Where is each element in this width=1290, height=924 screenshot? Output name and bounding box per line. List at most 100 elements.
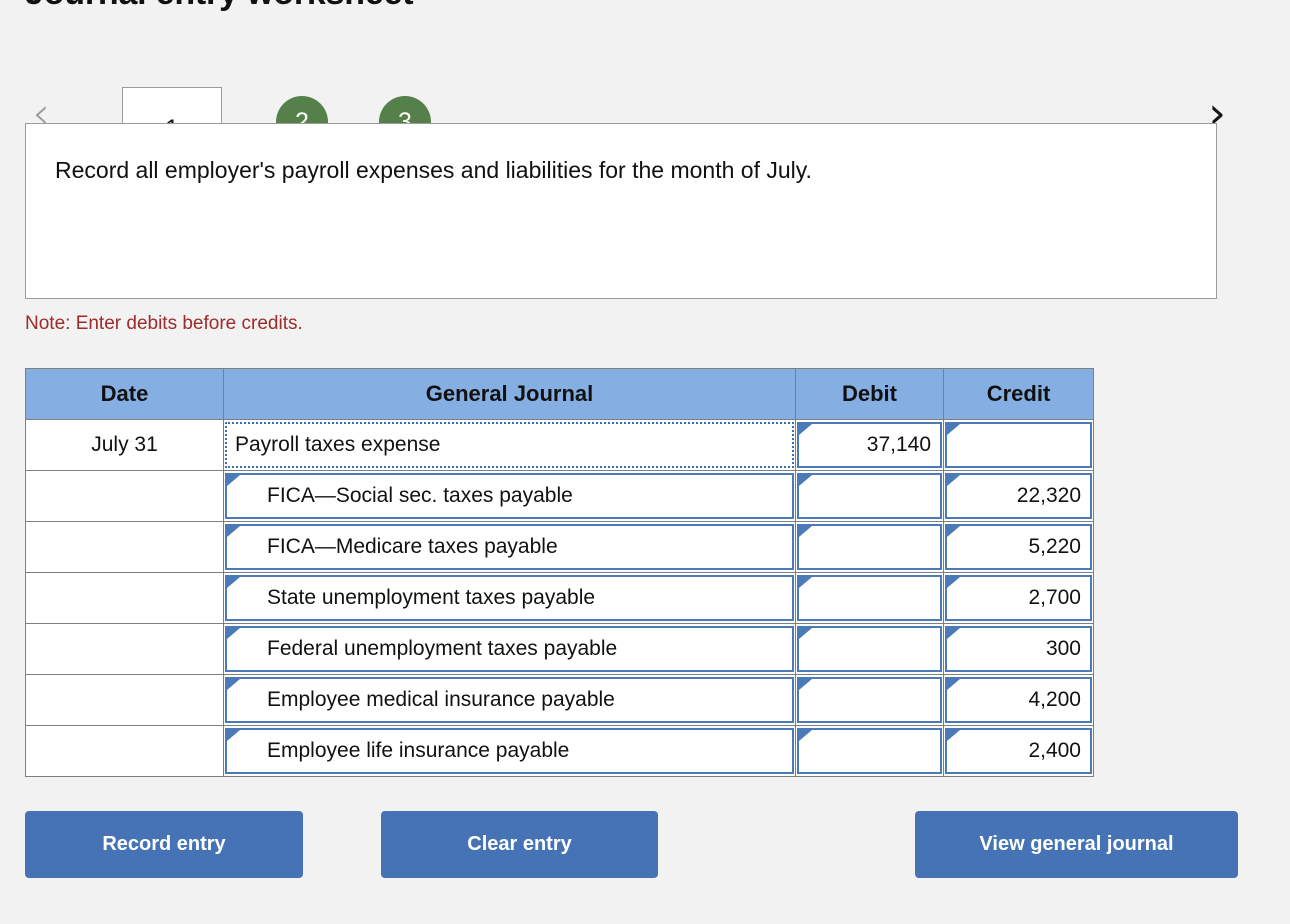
cell-date[interactable] xyxy=(25,470,224,522)
cell-debit[interactable] xyxy=(795,521,944,573)
table-row: FICA—Social sec. taxes payable 22,320 xyxy=(25,470,1094,522)
credit-input[interactable]: 4,200 xyxy=(945,677,1092,723)
instruction-panel: Record all employer's payroll expenses a… xyxy=(25,123,1217,299)
cell-corner-marker-icon xyxy=(799,424,812,435)
cell-credit[interactable]: 4,200 xyxy=(943,674,1094,726)
account-select[interactable]: Employee life insurance payable xyxy=(225,728,794,774)
credit-value: 2,400 xyxy=(1028,739,1081,762)
credit-input[interactable]: 2,400 xyxy=(945,728,1092,774)
cell-general-journal[interactable]: Employee life insurance payable xyxy=(223,725,796,777)
table-row: Employee medical insurance payable 4,200 xyxy=(25,674,1094,726)
credit-value: 4,200 xyxy=(1028,688,1081,711)
account-label: Payroll taxes expense xyxy=(235,433,441,456)
cell-corner-marker-icon xyxy=(799,577,812,588)
cell-corner-marker-icon xyxy=(227,730,240,741)
column-header-debit: Debit xyxy=(795,368,944,420)
cell-general-journal[interactable]: Employee medical insurance payable xyxy=(223,674,796,726)
clear-entry-button[interactable]: Clear entry xyxy=(381,811,658,878)
cell-debit[interactable] xyxy=(795,470,944,522)
debit-input[interactable] xyxy=(797,524,942,570)
view-general-journal-button[interactable]: View general journal xyxy=(915,811,1238,878)
cell-corner-marker-icon xyxy=(799,526,812,537)
cell-corner-marker-icon xyxy=(799,730,812,741)
cell-corner-marker-icon xyxy=(947,730,960,741)
cell-corner-marker-icon xyxy=(947,679,960,690)
cell-date[interactable] xyxy=(25,725,224,777)
credit-value: 2,700 xyxy=(1028,586,1081,609)
debit-value: 37,140 xyxy=(866,433,931,456)
credit-input[interactable]: 22,320 xyxy=(945,473,1092,519)
table-row: July 31 Payroll taxes expense 37,140 xyxy=(25,419,1094,471)
cell-debit[interactable] xyxy=(795,572,944,624)
table-header-row: Date General Journal Debit Credit xyxy=(25,368,1094,420)
cell-credit[interactable]: 300 xyxy=(943,623,1094,675)
cell-date[interactable] xyxy=(25,623,224,675)
table-row: FICA—Medicare taxes payable 5,220 xyxy=(25,521,1094,573)
cell-corner-marker-icon xyxy=(947,577,960,588)
account-select[interactable]: Employee medical insurance payable xyxy=(225,677,794,723)
cell-date[interactable] xyxy=(25,572,224,624)
cell-corner-marker-icon xyxy=(227,628,240,639)
worksheet-tab-strip: ‹ 1 2 3 › xyxy=(0,42,1290,170)
cell-general-journal[interactable]: State unemployment taxes payable xyxy=(223,572,796,624)
cell-debit[interactable] xyxy=(795,674,944,726)
table-row: Federal unemployment taxes payable 300 xyxy=(25,623,1094,675)
table-row: Employee life insurance payable 2,400 xyxy=(25,725,1094,777)
cell-credit[interactable]: 2,700 xyxy=(943,572,1094,624)
cell-date[interactable] xyxy=(25,674,224,726)
credit-input[interactable] xyxy=(945,422,1092,468)
cell-corner-marker-icon xyxy=(799,679,812,690)
debits-before-credits-note: Note: Enter debits before credits. xyxy=(25,313,303,334)
credit-input[interactable]: 300 xyxy=(945,626,1092,672)
cell-credit[interactable]: 2,400 xyxy=(943,725,1094,777)
account-select[interactable]: FICA—Medicare taxes payable xyxy=(225,524,794,570)
column-header-date: Date xyxy=(25,368,224,420)
debit-input[interactable] xyxy=(797,473,942,519)
debit-input[interactable] xyxy=(797,728,942,774)
credit-value: 5,220 xyxy=(1028,535,1081,558)
account-select[interactable]: Federal unemployment taxes payable xyxy=(225,626,794,672)
cell-credit[interactable]: 22,320 xyxy=(943,470,1094,522)
cell-date[interactable] xyxy=(25,521,224,573)
debit-input[interactable] xyxy=(797,677,942,723)
account-label: State unemployment taxes payable xyxy=(267,586,596,609)
credit-value: 22,320 xyxy=(1016,484,1081,507)
instruction-text: Record all employer's payroll expenses a… xyxy=(55,157,812,183)
cell-date[interactable]: July 31 xyxy=(25,419,224,471)
cell-corner-marker-icon xyxy=(947,628,960,639)
table-row: State unemployment taxes payable 2,700 xyxy=(25,572,1094,624)
credit-value: 300 xyxy=(1045,637,1081,660)
cell-credit[interactable]: 5,220 xyxy=(943,521,1094,573)
journal-entry-table: Date General Journal Debit Credit July 3… xyxy=(25,368,1094,777)
record-entry-button[interactable]: Record entry xyxy=(25,811,303,878)
cell-debit[interactable] xyxy=(795,725,944,777)
debit-input[interactable] xyxy=(797,626,942,672)
cell-debit[interactable]: 37,140 xyxy=(795,419,944,471)
column-header-credit: Credit xyxy=(943,368,1094,420)
debit-input[interactable]: 37,140 xyxy=(797,422,942,468)
cell-corner-marker-icon xyxy=(799,628,812,639)
cell-general-journal[interactable]: Payroll taxes expense xyxy=(223,419,796,471)
cell-corner-marker-icon xyxy=(227,475,240,486)
cell-general-journal[interactable]: FICA—Medicare taxes payable xyxy=(223,521,796,573)
cell-general-journal[interactable]: Federal unemployment taxes payable xyxy=(223,623,796,675)
account-label: FICA—Social sec. taxes payable xyxy=(267,484,573,507)
cell-corner-marker-icon xyxy=(947,475,960,486)
account-label: Employee medical insurance payable xyxy=(267,688,615,711)
cell-corner-marker-icon xyxy=(799,475,812,486)
cell-general-journal[interactable]: FICA—Social sec. taxes payable xyxy=(223,470,796,522)
cell-corner-marker-icon xyxy=(227,679,240,690)
account-select[interactable]: FICA—Social sec. taxes payable xyxy=(225,473,794,519)
debit-input[interactable] xyxy=(797,575,942,621)
account-select[interactable]: State unemployment taxes payable xyxy=(225,575,794,621)
column-header-general-journal: General Journal xyxy=(223,368,796,420)
credit-input[interactable]: 2,700 xyxy=(945,575,1092,621)
cell-credit[interactable] xyxy=(943,419,1094,471)
credit-input[interactable]: 5,220 xyxy=(945,524,1092,570)
account-label: FICA—Medicare taxes payable xyxy=(267,535,558,558)
account-label: Employee life insurance payable xyxy=(267,739,570,762)
cell-debit[interactable] xyxy=(795,623,944,675)
account-select[interactable]: Payroll taxes expense xyxy=(225,422,794,468)
journal-table-body: July 31 Payroll taxes expense 37,140 FICA—S… xyxy=(25,419,1094,777)
cell-corner-marker-icon xyxy=(947,526,960,537)
